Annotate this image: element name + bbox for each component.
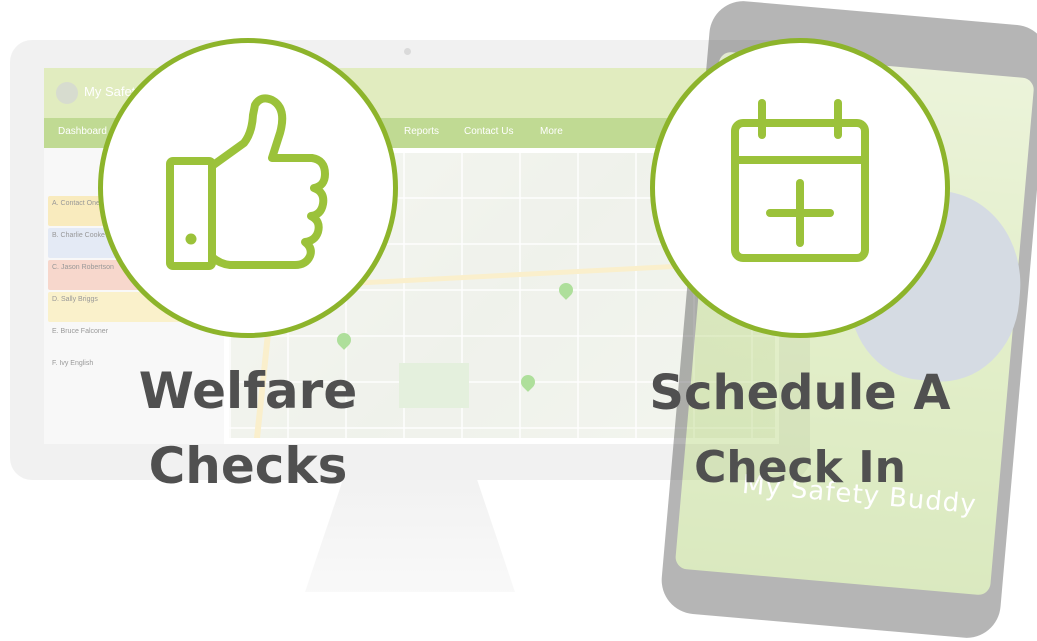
feature-circle bbox=[98, 38, 398, 338]
calendar-plus-icon bbox=[731, 99, 869, 262]
thumbs-up-icon bbox=[166, 94, 329, 270]
nav-item-contact-us[interactable]: Contact Us bbox=[464, 126, 513, 137]
nav-item-dashboard[interactable]: Dashboard bbox=[58, 126, 107, 137]
contact-name: B. Charlie Cooke bbox=[52, 232, 105, 239]
map-pin-icon[interactable] bbox=[518, 372, 538, 392]
feature-title-line1: Welfare bbox=[138, 362, 358, 420]
nav-item-reports[interactable]: Reports bbox=[404, 126, 439, 137]
monitor-camera bbox=[404, 48, 411, 55]
feature-title-line1: Schedule A bbox=[649, 365, 951, 421]
contact-name: F. Ivy English bbox=[52, 360, 94, 367]
map-pin-icon[interactable] bbox=[334, 330, 354, 350]
contact-name: E. Bruce Falconer bbox=[52, 328, 109, 335]
feature-title-line2: Check In bbox=[694, 442, 906, 493]
map-park bbox=[399, 363, 469, 408]
feature-title-line2: Checks bbox=[148, 437, 348, 495]
monitor-stand bbox=[305, 480, 515, 592]
app-logo bbox=[56, 82, 78, 104]
nav-item-more[interactable]: More bbox=[540, 126, 563, 137]
feature-circle bbox=[650, 38, 950, 338]
contact-name: A. Contact One bbox=[52, 200, 100, 207]
contact-name: D. Sally Briggs bbox=[52, 296, 98, 303]
map-pin-icon[interactable] bbox=[556, 280, 576, 300]
